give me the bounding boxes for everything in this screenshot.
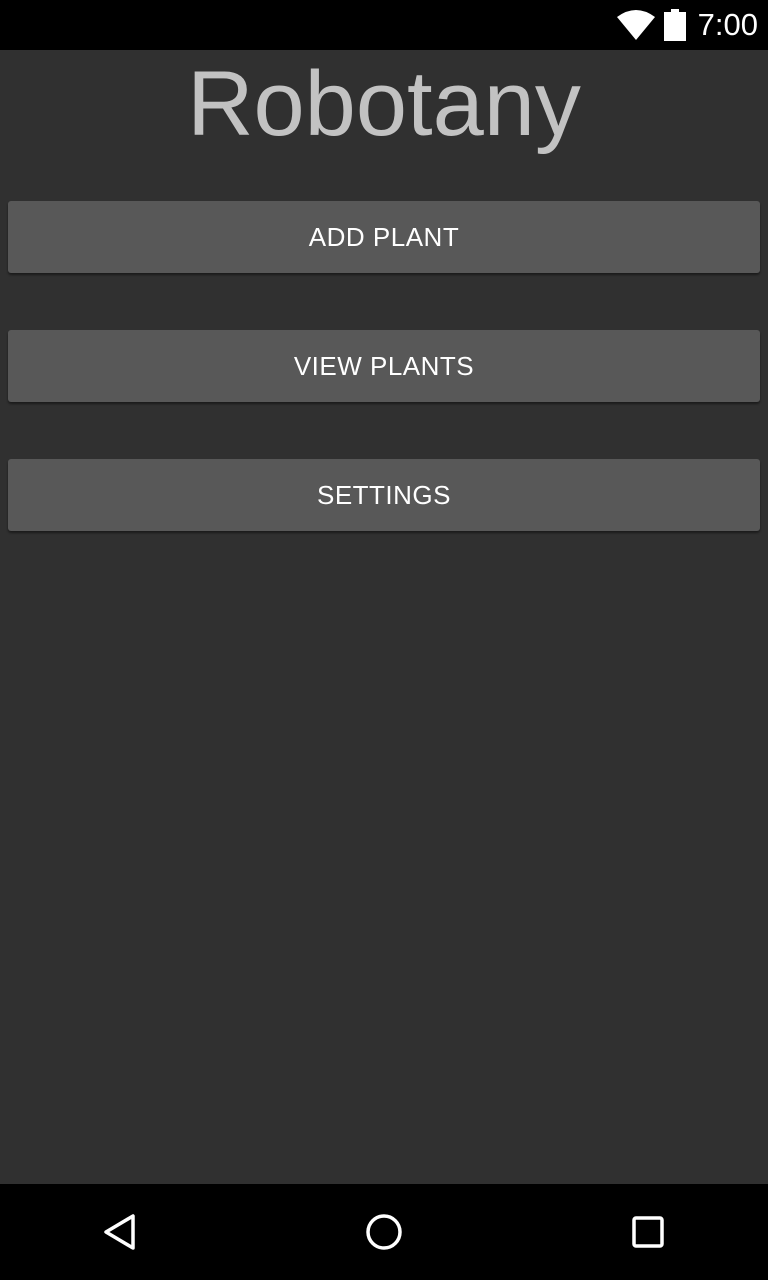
add-plant-button[interactable]: ADD PLANT <box>8 201 760 273</box>
status-icons: 7:00 <box>616 0 758 50</box>
app-title: Robotany <box>187 53 581 155</box>
view-plants-button[interactable]: VIEW PLANTS <box>8 330 760 402</box>
settings-button[interactable]: SETTINGS <box>8 459 760 531</box>
recent-apps-icon <box>632 1216 664 1248</box>
nav-back-button[interactable] <box>60 1184 180 1280</box>
status-time: 7:00 <box>697 7 758 42</box>
battery-icon <box>663 9 686 41</box>
back-icon <box>104 1214 135 1250</box>
status-bar: 7:00 <box>0 0 768 50</box>
navigation-bar <box>0 1184 768 1280</box>
nav-home-button[interactable] <box>324 1184 444 1280</box>
nav-recent-apps-button[interactable] <box>588 1184 708 1280</box>
wifi-icon <box>616 10 655 40</box>
home-icon <box>366 1214 402 1250</box>
app-screen: 7:00 Robotany ADD PLANT VIEW PLANTS SETT… <box>0 0 768 1280</box>
